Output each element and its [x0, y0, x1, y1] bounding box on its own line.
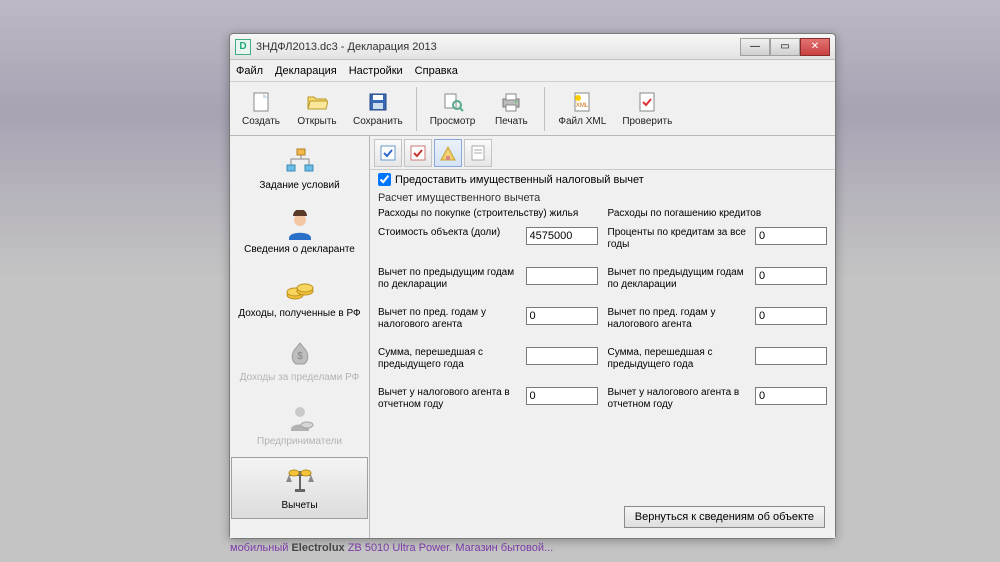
menubar: Файл Декларация Настройки Справка — [230, 60, 835, 82]
prev-years-decl-input-r[interactable] — [755, 267, 827, 285]
menu-file[interactable]: Файл — [236, 65, 263, 77]
svg-text:XML: XML — [576, 103, 589, 109]
prev-years-decl-label-l: Вычет по предыдущим годам по декларации — [378, 267, 526, 291]
money-bag-icon: $ — [283, 338, 317, 368]
window-title: 3НДФЛ2013.dc3 - Декларация 2013 — [256, 41, 740, 53]
toolbar-create[interactable]: Создать — [234, 84, 288, 134]
toolbar-check[interactable]: Проверить — [615, 84, 679, 134]
tab-icon-3[interactable] — [434, 139, 462, 167]
tab-icon-2[interactable] — [404, 139, 432, 167]
person-icon — [283, 210, 317, 240]
minimize-button[interactable]: — — [740, 38, 770, 56]
check-icon — [635, 90, 659, 114]
printer-icon — [499, 90, 523, 114]
agent-curyear-label-l: Вычет у налогового агента в отчетном год… — [378, 387, 526, 411]
entrepreneur-icon — [283, 402, 317, 432]
carryover-label-r: Сумма, перешедшая с предыдущего года — [608, 347, 756, 371]
toolbar-separator — [544, 87, 545, 131]
prev-years-agent-label-r: Вычет по пред. годам у налогового агента — [608, 307, 756, 331]
conditions-icon — [283, 146, 317, 176]
carryover-label-l: Сумма, перешедшая с предыдущего года — [378, 347, 526, 371]
left-column-title: Расходы по покупке (строительству) жилья — [378, 208, 598, 219]
app-icon: D — [235, 39, 251, 55]
sidebar-item-entrepreneur: Предприниматели — [231, 393, 368, 455]
footer-brand: Electrolux — [291, 542, 344, 554]
tab-icons-row — [370, 136, 835, 170]
object-cost-input[interactable] — [526, 227, 598, 245]
agent-curyear-input-r[interactable] — [755, 387, 827, 405]
new-file-icon — [249, 90, 273, 114]
toolbar-separator — [416, 87, 417, 131]
prev-years-decl-label-r: Вычет по предыдущим годам по декларации — [608, 267, 756, 291]
titlebar[interactable]: D 3НДФЛ2013.dc3 - Декларация 2013 — ▭ ✕ — [230, 34, 835, 60]
coins-icon — [283, 274, 317, 304]
agent-curyear-input-l[interactable] — [526, 387, 598, 405]
preview-magnifier-icon — [441, 90, 465, 114]
sidebar: Задание условий Сведения о декларанте До… — [230, 136, 370, 538]
sidebar-item-income-rf[interactable]: Доходы, полученные в РФ — [231, 265, 368, 327]
credit-interest-label: Проценты по кредитам за все годы — [608, 227, 756, 251]
save-floppy-icon — [366, 90, 390, 114]
agent-curyear-label-r: Вычет у налогового агента в отчетном год… — [608, 387, 756, 411]
grant-deduction-checkbox[interactable] — [378, 173, 391, 186]
maximize-button[interactable]: ▭ — [770, 38, 800, 56]
sidebar-item-deductions[interactable]: Вычеты — [231, 457, 368, 519]
footer-suffix: ZB 5010 Ultra Power. Магазин бытовой... — [345, 542, 554, 554]
menu-help[interactable]: Справка — [415, 65, 458, 77]
grant-deduction-row: Предоставить имущественный налоговый выч… — [370, 170, 835, 189]
carryover-input-r[interactable] — [755, 347, 827, 365]
background-link-text[interactable]: мобильный Electrolux ZB 5010 Ultra Power… — [230, 542, 553, 554]
footer-prefix: мобильный — [230, 542, 291, 554]
close-button[interactable]: ✕ — [800, 38, 830, 56]
scales-icon — [283, 466, 317, 496]
carryover-input-l[interactable] — [526, 347, 598, 365]
sidebar-item-income-abroad: $ Доходы за пределами РФ — [231, 329, 368, 391]
menu-declaration[interactable]: Декларация — [275, 65, 337, 77]
app-window: D 3НДФЛ2013.dc3 - Декларация 2013 — ▭ ✕ … — [229, 33, 836, 539]
left-column: Расходы по покупке (строительству) жилья… — [378, 208, 598, 500]
calc-label: Расчет имущественного вычета — [370, 189, 835, 208]
prev-years-agent-label-l: Вычет по пред. годам у налогового агента — [378, 307, 526, 331]
toolbar-print[interactable]: Печать — [484, 84, 538, 134]
credit-interest-input[interactable] — [755, 227, 827, 245]
object-cost-label: Стоимость объекта (доли) — [378, 227, 526, 239]
open-folder-icon — [305, 90, 329, 114]
prev-years-agent-input-r[interactable] — [755, 307, 827, 325]
toolbar: Создать Открыть Сохранить Просмотр Печа — [230, 82, 835, 136]
sidebar-item-conditions[interactable]: Задание условий — [231, 137, 368, 199]
back-to-object-button[interactable]: Вернуться к сведениям об объекте — [624, 506, 825, 528]
toolbar-xml[interactable]: XML Файл XML — [551, 84, 613, 134]
right-column-title: Расходы по погашению кредитов — [608, 208, 828, 219]
toolbar-save[interactable]: Сохранить — [346, 84, 410, 134]
prev-years-decl-input-l[interactable] — [526, 267, 598, 285]
toolbar-preview[interactable]: Просмотр — [423, 84, 483, 134]
right-column: Расходы по погашению кредитов Проценты п… — [608, 208, 828, 500]
menu-settings[interactable]: Настройки — [349, 65, 403, 77]
grant-deduction-label: Предоставить имущественный налоговый выч… — [395, 174, 644, 186]
sidebar-item-declarant[interactable]: Сведения о декларанте — [231, 201, 368, 263]
xml-file-icon: XML — [570, 90, 594, 114]
tab-icon-4[interactable] — [464, 139, 492, 167]
tab-icon-1[interactable] — [374, 139, 402, 167]
toolbar-open[interactable]: Открыть — [290, 84, 344, 134]
svg-text:$: $ — [297, 351, 303, 362]
main-panel: Предоставить имущественный налоговый выч… — [370, 136, 835, 538]
prev-years-agent-input-l[interactable] — [526, 307, 598, 325]
